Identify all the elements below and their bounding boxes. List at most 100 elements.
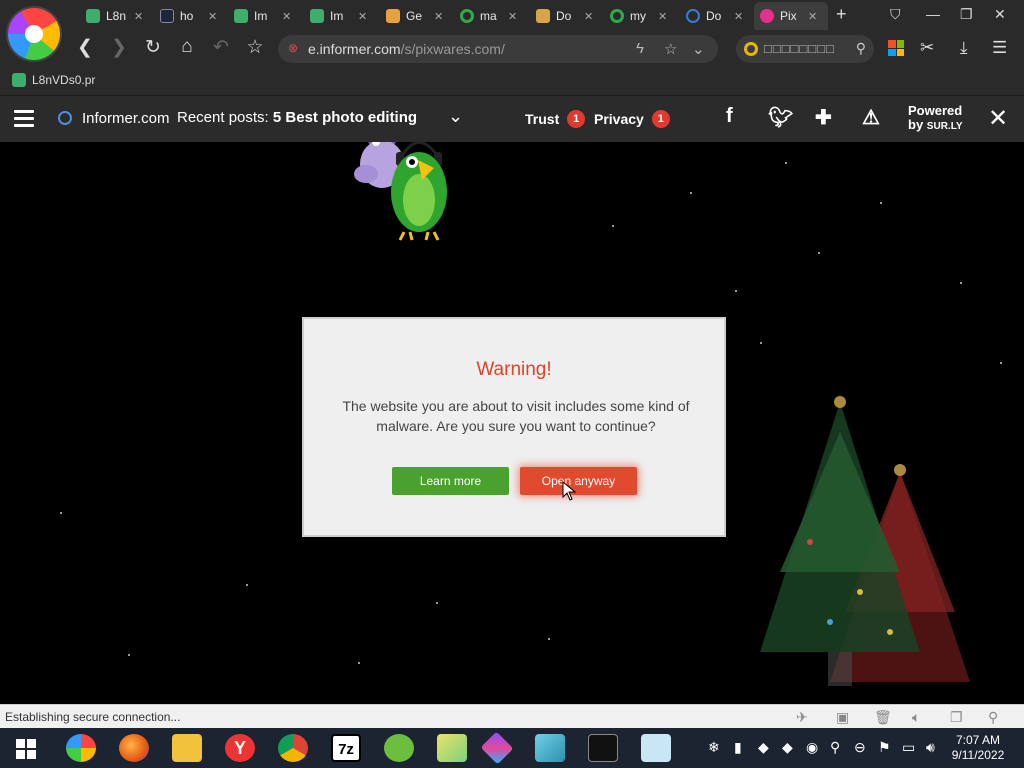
- zoom-icon[interactable]: ⚲: [988, 709, 998, 726]
- tab-close-icon[interactable]: ✕: [434, 10, 443, 23]
- bookmark-favicon-icon: [12, 73, 26, 87]
- lightning-icon[interactable]: ϟ: [636, 40, 644, 57]
- start-button[interactable]: [16, 739, 36, 759]
- privacy-link[interactable]: Privacy 1: [594, 110, 670, 128]
- taskbar-notes-icon[interactable]: [437, 734, 467, 762]
- taskbar-tool-icon[interactable]: [535, 734, 565, 762]
- tray-minus-icon[interactable]: ⊖: [854, 739, 866, 756]
- tray-search-icon[interactable]: ⚲: [830, 739, 840, 756]
- taskbar-folder-icon[interactable]: [172, 734, 202, 762]
- taskbar-terminal-icon[interactable]: [588, 734, 618, 762]
- download-icon[interactable]: ⤓: [960, 38, 968, 58]
- tab-close-icon[interactable]: ✕: [508, 10, 517, 23]
- tray-flag-icon[interactable]: ⚑: [878, 739, 891, 756]
- search-engine-icon: [744, 42, 758, 56]
- chevron-down-icon[interactable]: ⌄: [448, 106, 463, 127]
- powered-by[interactable]: Powered by SUR.LY: [908, 104, 963, 134]
- hamburger-menu-icon[interactable]: [14, 110, 34, 128]
- tab-8[interactable]: my ✕: [604, 2, 667, 30]
- forward-button[interactable]: ❯: [106, 36, 132, 59]
- warning-dialog: Warning! The website you are about to vi…: [302, 317, 726, 537]
- star-decoration: [358, 662, 360, 664]
- taskbar-monitor-icon[interactable]: [641, 734, 671, 762]
- home-button[interactable]: ⌂: [174, 36, 200, 58]
- learn-more-button[interactable]: Learn more: [392, 467, 509, 495]
- star-icon[interactable]: ☆: [664, 40, 677, 58]
- taskbar-firefox-icon[interactable]: [119, 734, 149, 762]
- warning-icon[interactable]: ⚠: [862, 105, 880, 130]
- taskbar-app-icon[interactable]: [384, 734, 414, 762]
- reload-button[interactable]: ↻: [140, 36, 166, 59]
- tab-5[interactable]: Ge ✕: [380, 2, 443, 30]
- restore-button[interactable]: ❐: [960, 6, 973, 23]
- tray-app-icon[interactable]: ◆: [782, 739, 793, 756]
- tab-1[interactable]: L8n ✕: [80, 2, 143, 30]
- trash-icon[interactable]: 🗑︎: [874, 709, 892, 726]
- capture-icon[interactable]: ▣: [836, 709, 849, 726]
- tab-3[interactable]: Im ✕: [228, 2, 291, 30]
- menu-icon[interactable]: ☰: [992, 38, 1007, 58]
- rocket-icon[interactable]: ✈: [796, 709, 808, 726]
- taskbar-yandex-icon[interactable]: Y: [225, 734, 255, 762]
- recent-prefix: Recent posts:: [177, 109, 269, 126]
- twitter-icon[interactable]: 🐦︎: [768, 105, 793, 130]
- tab-close-icon[interactable]: ✕: [208, 10, 217, 23]
- trust-link[interactable]: Trust 1: [525, 110, 586, 128]
- site-name[interactable]: Informer.com: [82, 110, 170, 127]
- tab-close-icon[interactable]: ✕: [808, 10, 817, 23]
- tray-app-icon[interactable]: ◆: [758, 739, 769, 756]
- tray-chart-icon[interactable]: ▮: [734, 739, 742, 756]
- address-bar[interactable]: ⊗ e.informer.com/s/pixwares.com/ ϟ ☆ ⌄: [278, 35, 718, 63]
- volume-icon[interactable]: 🔊︎: [926, 739, 935, 756]
- browser-logo[interactable]: [8, 8, 60, 60]
- search-box[interactable]: □□□□□□□□ ⚲: [736, 35, 874, 63]
- tab-close-icon[interactable]: ✕: [734, 10, 743, 23]
- new-tab-button[interactable]: +: [836, 4, 847, 25]
- tab-close-icon[interactable]: ✕: [134, 10, 143, 23]
- undo-close-button[interactable]: ↶: [208, 36, 234, 59]
- tab-close-icon[interactable]: ✕: [282, 10, 291, 23]
- office-extension-icon[interactable]: [888, 40, 904, 56]
- bookmark-item[interactable]: L8nVDs0.pr: [12, 73, 112, 87]
- minimize-button[interactable]: —: [926, 6, 940, 22]
- recent-posts[interactable]: Recent posts: 5 Best photo editing: [177, 109, 427, 126]
- mouse-cursor-icon: [562, 481, 576, 501]
- tab-favicon-icon: [460, 9, 474, 23]
- taskbar-gem-icon[interactable]: [480, 731, 514, 765]
- close-bar-button[interactable]: ✕: [988, 104, 1008, 133]
- close-window-button[interactable]: ✕: [994, 6, 1006, 23]
- tab-strip: L8n ✕ ho ✕ Im ✕ Im ✕ Ge ✕ ma ✕ Do ✕ my ✕…: [0, 0, 1024, 32]
- tab-4[interactable]: Im ✕: [304, 2, 367, 30]
- tab-favicon-icon: [160, 9, 174, 23]
- tab-close-icon[interactable]: ✕: [658, 10, 667, 23]
- network-icon[interactable]: ▭: [902, 739, 915, 756]
- taskbar-chrome-icon[interactable]: [278, 734, 308, 762]
- snowflake-icon[interactable]: ❄: [708, 739, 720, 756]
- tab-close-icon[interactable]: ✕: [358, 10, 367, 23]
- tab-6[interactable]: ma ✕: [454, 2, 517, 30]
- taskbar-7zip-icon[interactable]: 7z: [331, 734, 361, 762]
- scissors-icon[interactable]: ✂: [920, 38, 934, 58]
- tab-7[interactable]: Do ✕: [530, 2, 593, 30]
- open-anyway-button[interactable]: Open anyway: [520, 467, 637, 495]
- volume-icon[interactable]: 🔈︎: [912, 709, 920, 726]
- back-button[interactable]: ❮: [72, 36, 98, 59]
- informer-header: Informer.com Recent posts: 5 Best photo …: [0, 96, 1024, 142]
- plus-icon[interactable]: ✚: [815, 105, 832, 130]
- tab-2[interactable]: ho ✕: [154, 2, 217, 30]
- not-secure-icon[interactable]: ⊗: [288, 41, 298, 55]
- search-icon[interactable]: ⚲: [856, 40, 866, 57]
- pin-icon[interactable]: ⛉: [890, 6, 901, 23]
- bookmark-star-button[interactable]: ☆: [242, 36, 268, 59]
- trust-badge: 1: [567, 110, 586, 128]
- tab-10-active[interactable]: Pix ✕: [754, 2, 828, 30]
- window-icon[interactable]: ❐: [950, 709, 963, 726]
- tray-globe-icon[interactable]: ◉: [806, 739, 818, 756]
- tab-close-icon[interactable]: ✕: [584, 10, 593, 23]
- tab-9[interactable]: Do ✕: [680, 2, 743, 30]
- clock[interactable]: 7:07 AM 9/11/2022: [948, 733, 1008, 763]
- url-text[interactable]: e.informer.com/s/pixwares.com/: [308, 41, 505, 57]
- facebook-icon[interactable]: f: [726, 105, 733, 128]
- taskbar-browser-icon[interactable]: [66, 734, 96, 762]
- chevron-down-icon[interactable]: ⌄: [692, 40, 705, 58]
